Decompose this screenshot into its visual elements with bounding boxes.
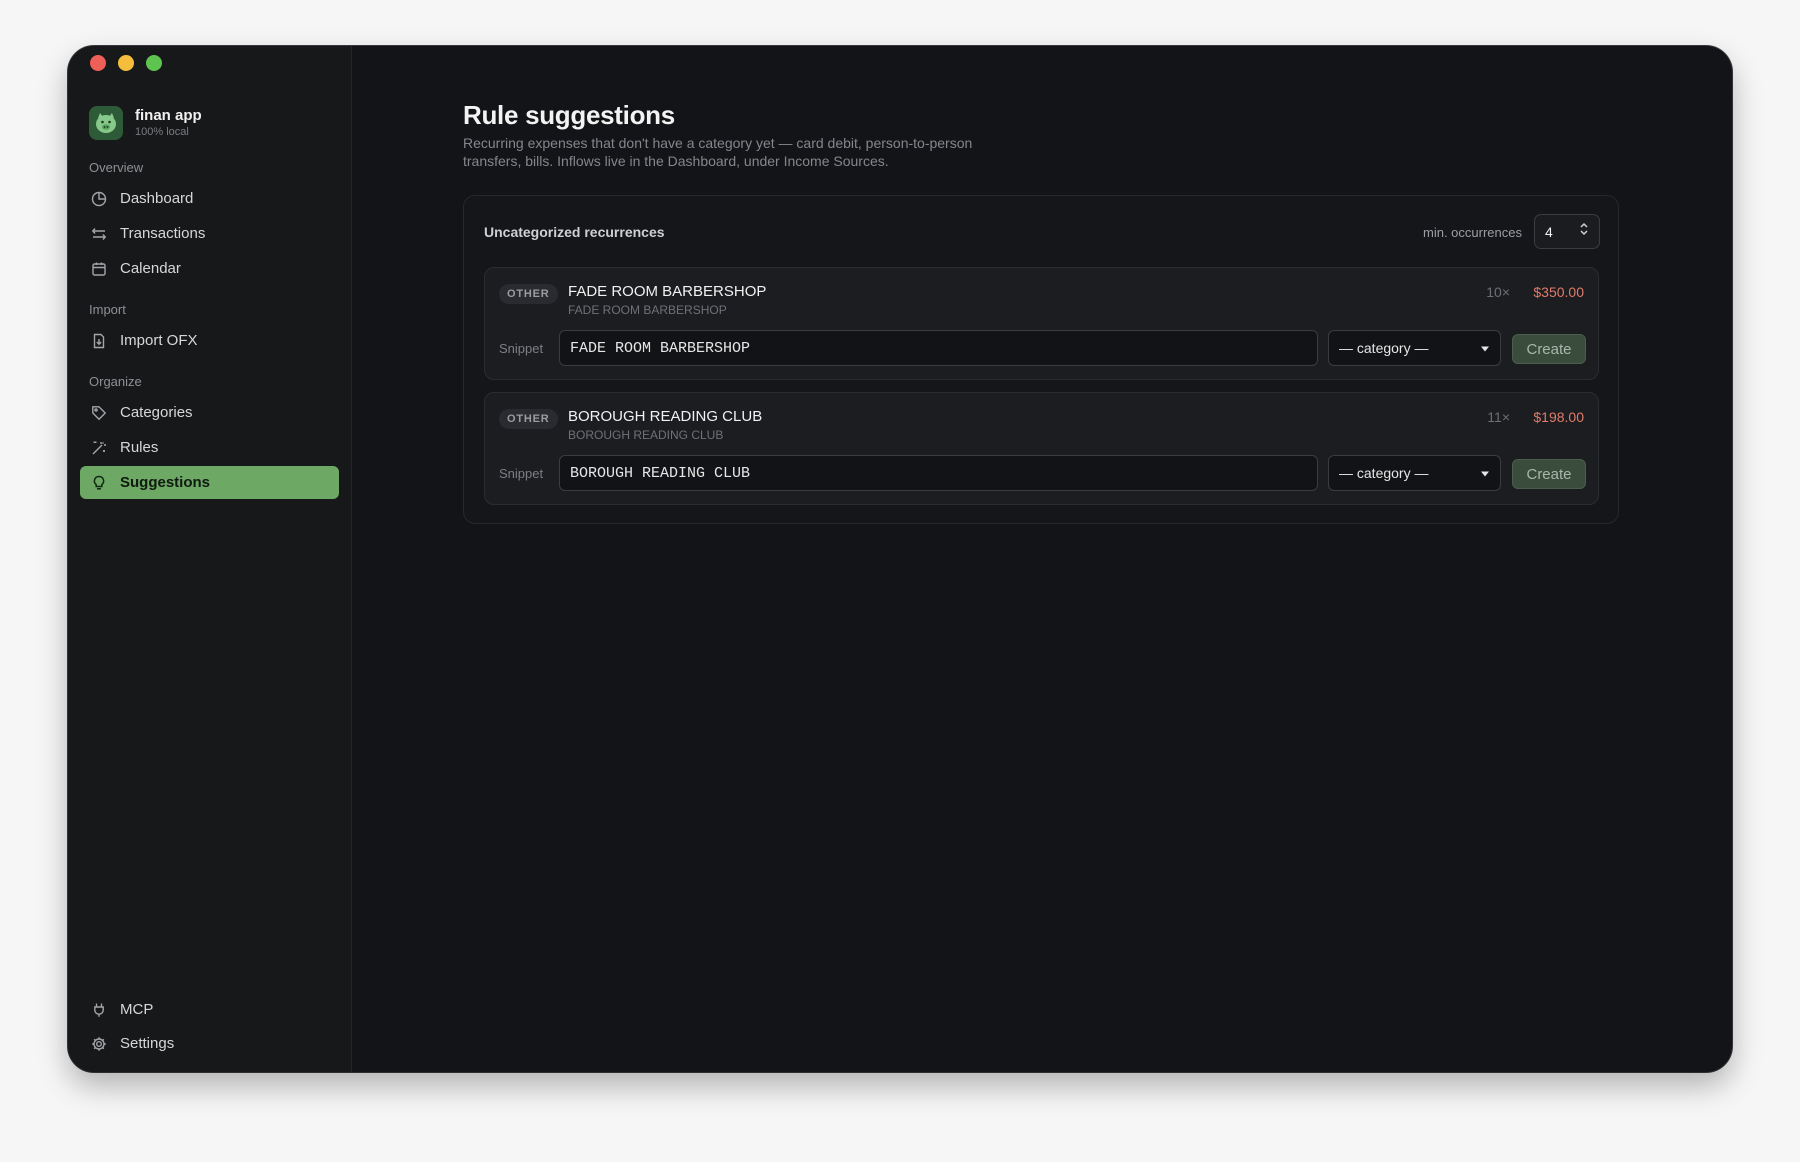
- sidebar-item-label: Dashboard: [120, 190, 194, 207]
- merchant-name: FADE ROOM BARBERSHOP: [568, 283, 767, 300]
- sidebar-item-mcp[interactable]: MCP: [80, 993, 339, 1026]
- plug-icon: [90, 1001, 108, 1019]
- occurrence-count: 10×: [1486, 284, 1510, 300]
- section-label-organize: Organize: [89, 374, 142, 389]
- min-occurrences-value: 4: [1545, 223, 1553, 240]
- card-title: Uncategorized recurrences: [484, 224, 665, 240]
- page-description: Recurring expenses that don't have a cat…: [463, 135, 973, 169]
- recurrence-row: OTHER FADE ROOM BARBERSHOP FADE ROOM BAR…: [484, 267, 1599, 380]
- close-window-button[interactable]: [90, 55, 106, 71]
- app-subtitle: 100% local: [135, 126, 189, 138]
- section-label-import: Import: [89, 302, 126, 317]
- sidebar-item-dashboard[interactable]: Dashboard: [80, 182, 339, 215]
- sidebar-item-label: Import OFX: [120, 332, 198, 349]
- sidebar: finan app 100% local Overview Dashboard …: [68, 46, 352, 1072]
- minimize-window-button[interactable]: [118, 55, 134, 71]
- gear-icon: [90, 1035, 108, 1053]
- recurrence-row: OTHER BOROUGH READING CLUB BOROUGH READI…: [484, 392, 1599, 505]
- tag-icon: [90, 404, 108, 422]
- min-occurrences-stepper[interactable]: 4: [1534, 214, 1600, 249]
- sidebar-item-rules[interactable]: Rules: [80, 431, 339, 464]
- snippet-input[interactable]: [559, 330, 1318, 366]
- create-rule-button[interactable]: Create: [1512, 459, 1586, 489]
- sidebar-item-label: MCP: [120, 1001, 154, 1018]
- sidebar-item-label: Suggestions: [120, 474, 211, 491]
- sidebar-item-import-ofx[interactable]: Import OFX: [80, 324, 339, 357]
- snippet-label: Snippet: [499, 341, 544, 356]
- category-tag: OTHER: [499, 284, 558, 304]
- lightbulb-icon: [90, 474, 108, 492]
- sidebar-item-settings[interactable]: Settings: [80, 1027, 339, 1060]
- merchant-name: BOROUGH READING CLUB: [568, 408, 763, 425]
- caret-down-icon: [1480, 339, 1490, 357]
- category-select[interactable]: — category —: [1328, 330, 1501, 366]
- swap-arrows-icon: [90, 225, 108, 243]
- file-download-icon: [90, 332, 108, 350]
- magic-wand-icon: [90, 439, 108, 457]
- sidebar-item-label: Transactions: [120, 225, 206, 242]
- snippet-input[interactable]: [559, 455, 1318, 491]
- recurrences-card: Uncategorized recurrences min. occurrenc…: [463, 195, 1619, 524]
- category-select-value: — category —: [1339, 340, 1429, 356]
- section-label-overview: Overview: [89, 160, 144, 175]
- amount: $350.00: [1533, 284, 1584, 300]
- merchant-description: BOROUGH READING CLUB: [568, 428, 724, 442]
- pig-logo-icon: [89, 106, 123, 140]
- sidebar-item-suggestions[interactable]: Suggestions: [80, 466, 339, 499]
- chevron-up-down-icon[interactable]: [1579, 221, 1589, 242]
- amount: $198.00: [1533, 409, 1584, 425]
- sidebar-item-label: Rules: [120, 439, 159, 456]
- sidebar-item-categories[interactable]: Categories: [80, 396, 339, 429]
- sidebar-item-transactions[interactable]: Transactions: [80, 217, 339, 250]
- create-rule-button[interactable]: Create: [1512, 334, 1586, 364]
- brand: finan app 100% local: [89, 106, 202, 140]
- caret-down-icon: [1480, 464, 1490, 482]
- min-occurrences-label: min. occurrences: [1423, 225, 1522, 240]
- merchant-description: FADE ROOM BARBERSHOP: [568, 303, 727, 317]
- sidebar-item-calendar[interactable]: Calendar: [80, 252, 339, 285]
- category-tag: OTHER: [499, 409, 558, 429]
- app-name: finan app: [135, 107, 202, 124]
- category-select-value: — category —: [1339, 465, 1429, 481]
- category-select[interactable]: — category —: [1328, 455, 1501, 491]
- calendar-icon: [90, 260, 108, 278]
- snippet-label: Snippet: [499, 466, 544, 481]
- zoom-window-button[interactable]: [146, 55, 162, 71]
- page-title: Rule suggestions: [463, 100, 675, 130]
- sidebar-item-label: Settings: [120, 1035, 175, 1052]
- app-window: finan app 100% local Overview Dashboard …: [68, 46, 1732, 1072]
- window-controls: [90, 55, 162, 71]
- sidebar-item-label: Categories: [120, 404, 193, 421]
- occurrence-count: 11×: [1487, 409, 1510, 425]
- sidebar-item-label: Calendar: [120, 260, 181, 277]
- pie-chart-icon: [90, 190, 108, 208]
